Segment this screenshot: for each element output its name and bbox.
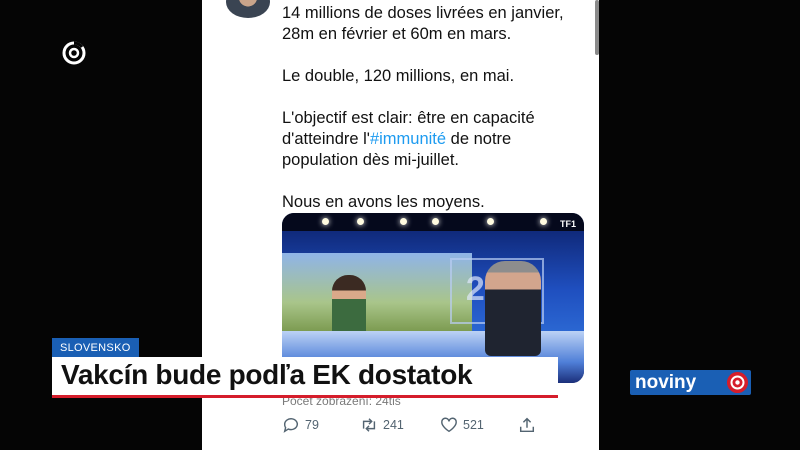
retweet-button[interactable]: 241	[360, 416, 404, 434]
reply-count: 79	[305, 418, 319, 432]
like-count: 521	[463, 418, 484, 432]
studio-backdrop	[282, 253, 472, 343]
like-button[interactable]: 521	[440, 416, 484, 434]
scrollbar[interactable]	[595, 0, 599, 55]
avatar[interactable]	[226, 0, 270, 18]
tweet-body: 14 millions de doses livrées en janvier,…	[282, 3, 582, 234]
heart-icon	[441, 417, 457, 433]
tweet-actions: 79 241 521	[282, 416, 552, 442]
reply-button[interactable]: 79	[282, 416, 319, 434]
tweet-paragraph-1: 14 millions de doses livrées en janvier,…	[282, 4, 564, 43]
noviny-logo-text: noviny	[635, 372, 697, 393]
channel-logo-icon	[62, 41, 86, 65]
category-tag: SLOVENSKO	[52, 338, 139, 358]
tf1-watermark: TF1	[559, 219, 576, 229]
share-button[interactable]	[518, 416, 536, 434]
studio-lights	[282, 213, 584, 231]
reply-icon	[283, 418, 298, 433]
guest-figure	[485, 261, 541, 356]
tv-frame: 14 millions de doses livrées en janvier,…	[0, 0, 800, 450]
tweet-paragraph-2: Le double, 120 millions, en mai.	[282, 67, 515, 85]
retweet-count: 241	[383, 418, 404, 432]
noviny-logo: noviny	[630, 370, 751, 395]
headline-banner: Vakcín bude podľa EK dostatok	[52, 357, 558, 398]
tweet-paragraph-3: L'objectif est clair: être en capacité d…	[282, 109, 535, 169]
noviny-swirl-icon	[727, 372, 748, 393]
retweet-icon	[362, 418, 376, 432]
headline-text: Vakcín bude podľa EK dostatok	[61, 359, 473, 390]
hashtag-link[interactable]: #immunité	[370, 130, 446, 148]
tweet-paragraph-4: Nous en avons les moyens.	[282, 193, 485, 211]
share-icon	[519, 417, 535, 433]
